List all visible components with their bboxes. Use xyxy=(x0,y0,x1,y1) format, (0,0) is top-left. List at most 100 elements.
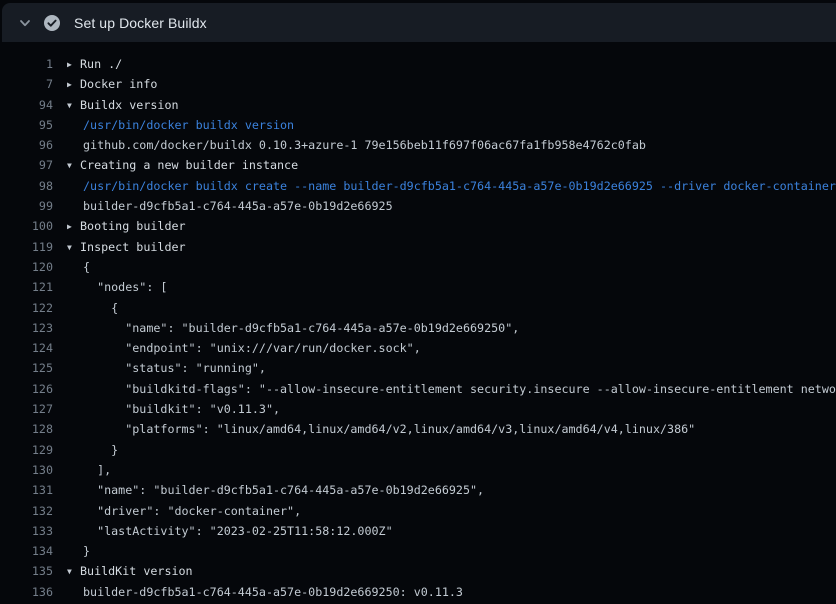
log-line[interactable]: 97 ▼Creating a new builder instance xyxy=(0,155,836,175)
line-number[interactable]: 126 xyxy=(0,379,53,399)
line-number[interactable]: 131 xyxy=(0,480,53,500)
line-content: ▼Creating a new builder instance xyxy=(67,155,298,175)
group-title: BuildKit version xyxy=(80,564,193,578)
triangle-down-icon: ▼ xyxy=(67,562,80,581)
line-content: ▶Docker info xyxy=(67,74,157,94)
line-number[interactable]: 124 xyxy=(0,338,53,358)
line-number[interactable]: 123 xyxy=(0,318,53,338)
group-title: Run ./ xyxy=(80,57,122,71)
output-text: } xyxy=(83,544,90,558)
log-line: 122 { xyxy=(0,298,836,318)
line-number[interactable]: 120 xyxy=(0,257,53,277)
line-content: { xyxy=(67,257,90,277)
log-line: 134} xyxy=(0,541,836,561)
group-title: Booting builder xyxy=(80,219,186,233)
log-line: 132 "driver": "docker-container", xyxy=(0,501,836,521)
line-number[interactable]: 129 xyxy=(0,440,53,460)
line-content: github.com/docker/buildx 0.10.3+azure-1 … xyxy=(67,135,646,155)
step-log-panel: Set up Docker Buildx 1▶Run ./7▶Docker in… xyxy=(0,0,836,604)
log-line: 131 "name": "builder-d9cfb5a1-c764-445a-… xyxy=(0,480,836,500)
line-content: } xyxy=(67,541,90,561)
log-line: 127 "buildkit": "v0.11.3", xyxy=(0,399,836,419)
line-content: "buildkitd-flags": "--allow-insecure-ent… xyxy=(67,379,836,399)
step-title: Set up Docker Buildx xyxy=(74,15,207,31)
line-content: ▼BuildKit version xyxy=(67,561,193,581)
log-line: 121 "nodes": [ xyxy=(0,277,836,297)
line-content: { xyxy=(67,298,118,318)
log-line: 129 } xyxy=(0,440,836,460)
line-content: "platforms": "linux/amd64,linux/amd64/v2… xyxy=(67,419,695,439)
log-line[interactable]: 94▼Buildx version xyxy=(0,95,836,115)
command-text: /usr/bin/docker buildx create --name bui… xyxy=(83,179,836,193)
line-number[interactable]: 127 xyxy=(0,399,53,419)
log-line: 124 "endpoint": "unix:///var/run/docker.… xyxy=(0,338,836,358)
line-content: "buildkit": "v0.11.3", xyxy=(67,399,280,419)
output-text: } xyxy=(83,443,118,457)
line-number[interactable]: 134 xyxy=(0,541,53,561)
line-number[interactable]: 94 xyxy=(0,95,53,115)
line-content: } xyxy=(67,440,118,460)
output-text: github.com/docker/buildx 0.10.3+azure-1 … xyxy=(83,138,646,152)
line-content: ▶Booting builder xyxy=(67,216,186,236)
line-number[interactable]: 99 xyxy=(0,196,53,216)
line-number[interactable]: 122 xyxy=(0,298,53,318)
line-number[interactable]: 135 xyxy=(0,561,53,581)
triangle-down-icon: ▼ xyxy=(67,156,80,175)
line-content: "driver": "docker-container", xyxy=(67,501,301,521)
line-number[interactable]: 136 xyxy=(0,582,53,602)
line-number[interactable]: 7 xyxy=(0,74,53,94)
line-content: "endpoint": "unix:///var/run/docker.sock… xyxy=(67,338,421,358)
output-text: { xyxy=(83,260,90,274)
log-line: 130 ], xyxy=(0,460,836,480)
log-line: 125 "status": "running", xyxy=(0,358,836,378)
log-line: 98/usr/bin/docker buildx create --name b… xyxy=(0,176,836,196)
triangle-right-icon: ▶ xyxy=(67,75,80,94)
line-number[interactable]: 125 xyxy=(0,358,53,378)
output-text: "buildkitd-flags": "--allow-insecure-ent… xyxy=(83,382,836,396)
group-title: Docker info xyxy=(80,77,157,91)
line-number[interactable]: 119 xyxy=(0,237,53,257)
line-number[interactable]: 121 xyxy=(0,277,53,297)
line-content: /usr/bin/docker buildx create --name bui… xyxy=(67,176,836,196)
line-content: ], xyxy=(67,460,111,480)
output-text: "nodes": [ xyxy=(83,280,167,294)
log-line[interactable]: 1 ▶Run ./ xyxy=(0,54,836,74)
line-content: "name": "builder-d9cfb5a1-c764-445a-a57e… xyxy=(67,318,519,338)
line-number[interactable]: 1 xyxy=(0,54,53,74)
triangle-right-icon: ▶ xyxy=(67,55,80,74)
log-line[interactable]: 7 ▶Docker info xyxy=(0,74,836,94)
step-header[interactable]: Set up Docker Buildx xyxy=(2,3,836,42)
log-line: 128 "platforms": "linux/amd64,linux/amd6… xyxy=(0,419,836,439)
log-line: 133 "lastActivity": "2023-02-25T11:58:12… xyxy=(0,521,836,541)
output-text: "platforms": "linux/amd64,linux/amd64/v2… xyxy=(83,422,695,436)
log-area: 1▶Run ./7▶Docker info94▼Buildx version95… xyxy=(0,42,836,602)
check-circle-icon xyxy=(43,14,61,32)
output-text: "lastActivity": "2023-02-25T11:58:12.000… xyxy=(83,524,393,538)
log-line: 99builder-d9cfb5a1-c764-445a-a57e-0b19d2… xyxy=(0,196,836,216)
log-line[interactable]: 119 ▼Inspect builder xyxy=(0,237,836,257)
log-line[interactable]: 100 ▶Booting builder xyxy=(0,216,836,236)
output-text: "status": "running", xyxy=(83,361,266,375)
triangle-right-icon: ▶ xyxy=(67,217,80,236)
output-text: { xyxy=(83,301,118,315)
line-number[interactable]: 100 xyxy=(0,216,53,236)
line-number[interactable]: 130 xyxy=(0,460,53,480)
line-content: /usr/bin/docker buildx version xyxy=(67,115,294,135)
line-number[interactable]: 96 xyxy=(0,135,53,155)
chevron-down-icon[interactable] xyxy=(18,16,32,30)
line-number[interactable]: 132 xyxy=(0,501,53,521)
log-line[interactable]: 135 ▼BuildKit version xyxy=(0,561,836,581)
line-number[interactable]: 133 xyxy=(0,521,53,541)
line-number[interactable]: 97 xyxy=(0,155,53,175)
output-text: builder-d9cfb5a1-c764-445a-a57e-0b19d2e6… xyxy=(83,585,463,599)
output-text: "buildkit": "v0.11.3", xyxy=(83,402,280,416)
line-number[interactable]: 98 xyxy=(0,176,53,196)
log-line: 96 github.com/docker/buildx 0.10.3+azure-… xyxy=(0,135,836,155)
line-content: ▼Inspect builder xyxy=(67,237,186,257)
log-line: 95/usr/bin/docker buildx version xyxy=(0,115,836,135)
line-number[interactable]: 95 xyxy=(0,115,53,135)
triangle-down-icon: ▼ xyxy=(67,238,80,257)
line-content: "lastActivity": "2023-02-25T11:58:12.000… xyxy=(67,521,393,541)
line-number[interactable]: 128 xyxy=(0,419,53,439)
line-content: "status": "running", xyxy=(67,358,266,378)
